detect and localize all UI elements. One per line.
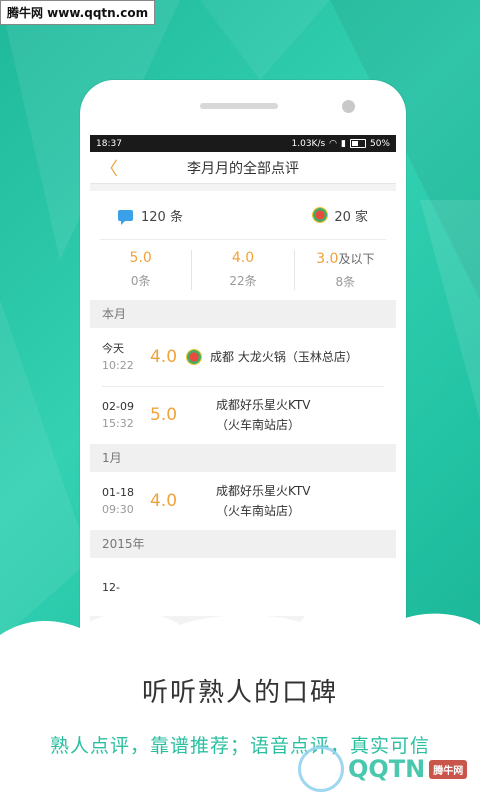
shop-badge-icon <box>186 349 202 365</box>
review-item[interactable]: 今天 10:22 4.0 成都 大龙火锅（玉林总店） <box>90 328 396 386</box>
page-title: 李月月的全部点评 <box>187 160 299 177</box>
shop-name: 成都好乐星火KTV <box>216 398 311 412</box>
section-header: 本月 <box>90 300 396 328</box>
phone-speaker <box>200 103 278 109</box>
status-time: 18:37 <box>96 138 122 149</box>
shop-name: 成都 大龙火锅（玉林总店） <box>210 350 358 364</box>
shop-name: 成都好乐星火KTV <box>216 484 311 498</box>
slogan: 听听熟人的口碑 <box>141 678 338 708</box>
review-item[interactable]: 02-09 15:32 5.0 成都好乐星火KTV （火车南站店） <box>90 386 396 444</box>
review-time: 09:30 <box>102 503 134 516</box>
section-header: 2015年 <box>90 530 396 558</box>
rating-filter-4[interactable]: 4.0 22条 <box>192 250 295 290</box>
review-list: 今天 10:22 4.0 成都 大龙火锅（玉林总店） 02-09 15:32 5.0… <box>90 328 396 444</box>
review-score: 4.0 <box>150 491 178 511</box>
rating-value: 3.0 <box>316 251 339 267</box>
battery-level: 50% <box>369 138 390 149</box>
shop-branch: （火车南站店） <box>216 418 301 432</box>
review-list: 01-18 09:30 4.0 成都好乐星火KTV （火车南站店） <box>90 472 396 530</box>
wifi-icon: ◠ <box>329 138 338 149</box>
review-time: 15:32 <box>102 417 134 430</box>
review-date: 02-09 <box>102 400 134 413</box>
review-score: 4.0 <box>150 347 178 367</box>
section-header: 1月 <box>90 444 396 472</box>
review-item[interactable]: 01-18 09:30 4.0 成都好乐星火KTV （火车南站店） <box>90 472 396 530</box>
rating-count: 0条 <box>130 274 151 288</box>
summary-panel: 120 条 20 家 5.0 0条 4.0 22条 3.0及以下 8条 <box>90 191 396 300</box>
status-bar: 18:37 1.03K/s ◠ ▮ 50% <box>90 135 396 152</box>
logo-ring-icon <box>298 746 344 792</box>
watermark: 腾牛网 www.qqtn.com <box>0 0 156 25</box>
rating-breakdown: 5.0 0条 4.0 22条 3.0及以下 8条 <box>90 240 396 300</box>
nav-bar: 〈 李月月的全部点评 <box>90 152 396 184</box>
shop-branch: （火车南站店） <box>216 504 301 518</box>
rating-suffix: 及以下 <box>338 252 375 266</box>
rating-value: 5.0 <box>129 250 152 266</box>
rating-count: 8条 <box>335 275 356 289</box>
shop-count: 20 家 <box>334 209 368 225</box>
logo-tag: 腾牛网 <box>429 759 468 779</box>
rating-count: 22条 <box>229 274 257 288</box>
signal-icon: ▮ <box>341 138 346 149</box>
back-button[interactable]: 〈 <box>100 155 118 181</box>
qqtn-logo: QQTN 腾牛网 <box>298 746 468 792</box>
review-date: 今天 <box>102 342 124 355</box>
rating-value: 4.0 <box>231 250 255 266</box>
battery-icon <box>349 139 366 148</box>
review-score: 5.0 <box>150 405 178 425</box>
rating-filter-5[interactable]: 5.0 0条 <box>90 250 193 290</box>
comment-icon <box>118 209 133 225</box>
network-speed: 1.03K/s <box>291 138 326 149</box>
review-date: 01-18 <box>102 486 134 499</box>
shop-badge-icon <box>312 207 329 223</box>
review-count: 120 条 <box>141 209 183 225</box>
rating-filter-3[interactable]: 3.0及以下 8条 <box>295 250 396 290</box>
logo-text: QQTN <box>348 755 426 783</box>
phone-camera <box>342 100 355 113</box>
review-time: 10:22 <box>102 359 134 372</box>
